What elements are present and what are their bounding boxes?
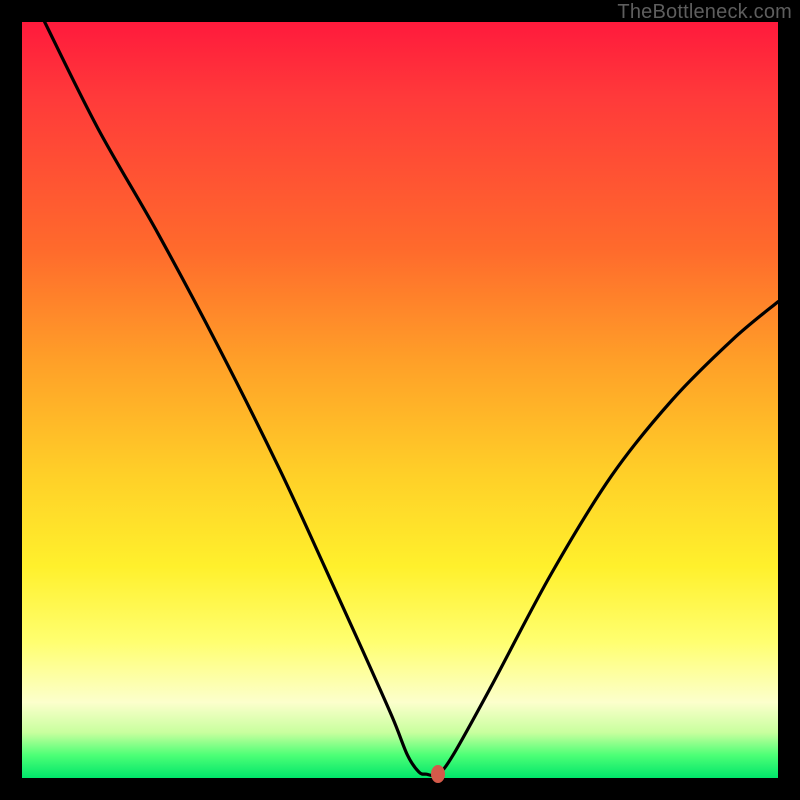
chart-frame: TheBottleneck.com bbox=[0, 0, 800, 800]
plot-area bbox=[22, 22, 778, 778]
attribution-text: TheBottleneck.com bbox=[617, 1, 792, 24]
bottleneck-curve bbox=[22, 22, 778, 778]
optimal-point-marker bbox=[431, 765, 445, 783]
